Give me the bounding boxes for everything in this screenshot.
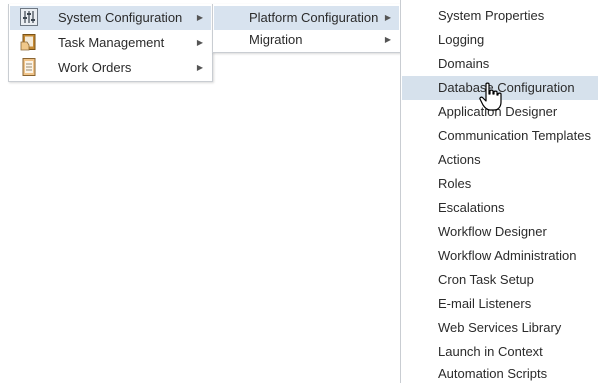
menu-item-task-management[interactable]: Task Management ▶ <box>10 31 211 55</box>
menu-item-label: System Properties <box>438 8 545 23</box>
menu-item-automation-scripts[interactable]: Automation Scripts <box>402 362 598 386</box>
menu-item-label: System Configuration <box>58 10 183 25</box>
menu-item-actions[interactable]: Actions <box>402 148 598 172</box>
menu-item-label: Platform Configuration <box>249 10 379 25</box>
menu-item-label: Work Orders <box>58 60 132 75</box>
submenu-arrow-icon: ▶ <box>196 63 203 72</box>
submenu-platform-configuration: System Properties Logging Domains Databa… <box>400 0 598 383</box>
menu-item-label: Escalations <box>438 200 505 215</box>
submenu-arrow-icon: ▶ <box>384 35 391 44</box>
menu-item-database-configuration[interactable]: Database Configuration <box>402 76 598 100</box>
settings-sliders-icon <box>20 8 38 26</box>
main-menu: System Configuration ▶ Task Management ▶… <box>8 4 213 82</box>
submenu-system-configuration: Platform Configuration ▶ Migration ▶ <box>212 4 401 53</box>
submenu-arrow-icon: ▶ <box>384 13 391 22</box>
menu-item-label: Roles <box>438 176 472 191</box>
menu-item-label: Task Management <box>58 35 165 50</box>
menu-item-cron-task-setup[interactable]: Cron Task Setup <box>402 268 598 292</box>
menu-item-label: Domains <box>438 56 490 71</box>
menu-item-work-orders[interactable]: Work Orders ▶ <box>10 56 211 80</box>
menu-item-migration[interactable]: Migration ▶ <box>214 28 399 52</box>
menu-item-logging[interactable]: Logging <box>402 28 598 52</box>
menu-item-label: Web Services Library <box>438 320 562 335</box>
menu-item-label: E-mail Listeners <box>438 296 532 311</box>
menu-item-launch-in-context[interactable]: Launch in Context <box>402 340 598 364</box>
menu-item-label: Automation Scripts <box>438 366 548 381</box>
menu-item-label: Workflow Designer <box>438 224 547 239</box>
menu-item-system-configuration[interactable]: System Configuration ▶ <box>10 6 211 30</box>
menu-item-label: Application Designer <box>438 104 558 119</box>
menu-item-communication-templates[interactable]: Communication Templates <box>402 124 598 148</box>
menu-item-label: Logging <box>438 32 485 47</box>
menu-item-label: Database Configuration <box>438 80 575 95</box>
menu-item-web-services-library[interactable]: Web Services Library <box>402 316 598 340</box>
menu-item-label: Actions <box>438 152 481 167</box>
menu-item-label: Launch in Context <box>438 344 543 359</box>
menu-item-escalations[interactable]: Escalations <box>402 196 598 220</box>
menu-item-platform-configuration[interactable]: Platform Configuration ▶ <box>214 6 399 30</box>
menu-item-label: Workflow Administration <box>438 248 577 263</box>
menu-item-domains[interactable]: Domains <box>402 52 598 76</box>
menu-item-email-listeners[interactable]: E-mail Listeners <box>402 292 598 316</box>
submenu-arrow-icon: ▶ <box>196 38 203 47</box>
menu-item-system-properties[interactable]: System Properties <box>402 4 598 28</box>
menu-item-application-designer[interactable]: Application Designer <box>402 100 598 124</box>
menu-item-label: Migration <box>249 32 303 47</box>
menu-item-label: Communication Templates <box>438 128 591 143</box>
menu-item-workflow-administration[interactable]: Workflow Administration <box>402 244 598 268</box>
menu-item-roles[interactable]: Roles <box>402 172 598 196</box>
clipboard-hand-icon <box>20 33 38 51</box>
menu-item-label: Cron Task Setup <box>438 272 534 287</box>
menu-item-workflow-designer[interactable]: Workflow Designer <box>402 220 598 244</box>
submenu-arrow-icon: ▶ <box>196 13 203 22</box>
document-icon <box>20 58 38 76</box>
